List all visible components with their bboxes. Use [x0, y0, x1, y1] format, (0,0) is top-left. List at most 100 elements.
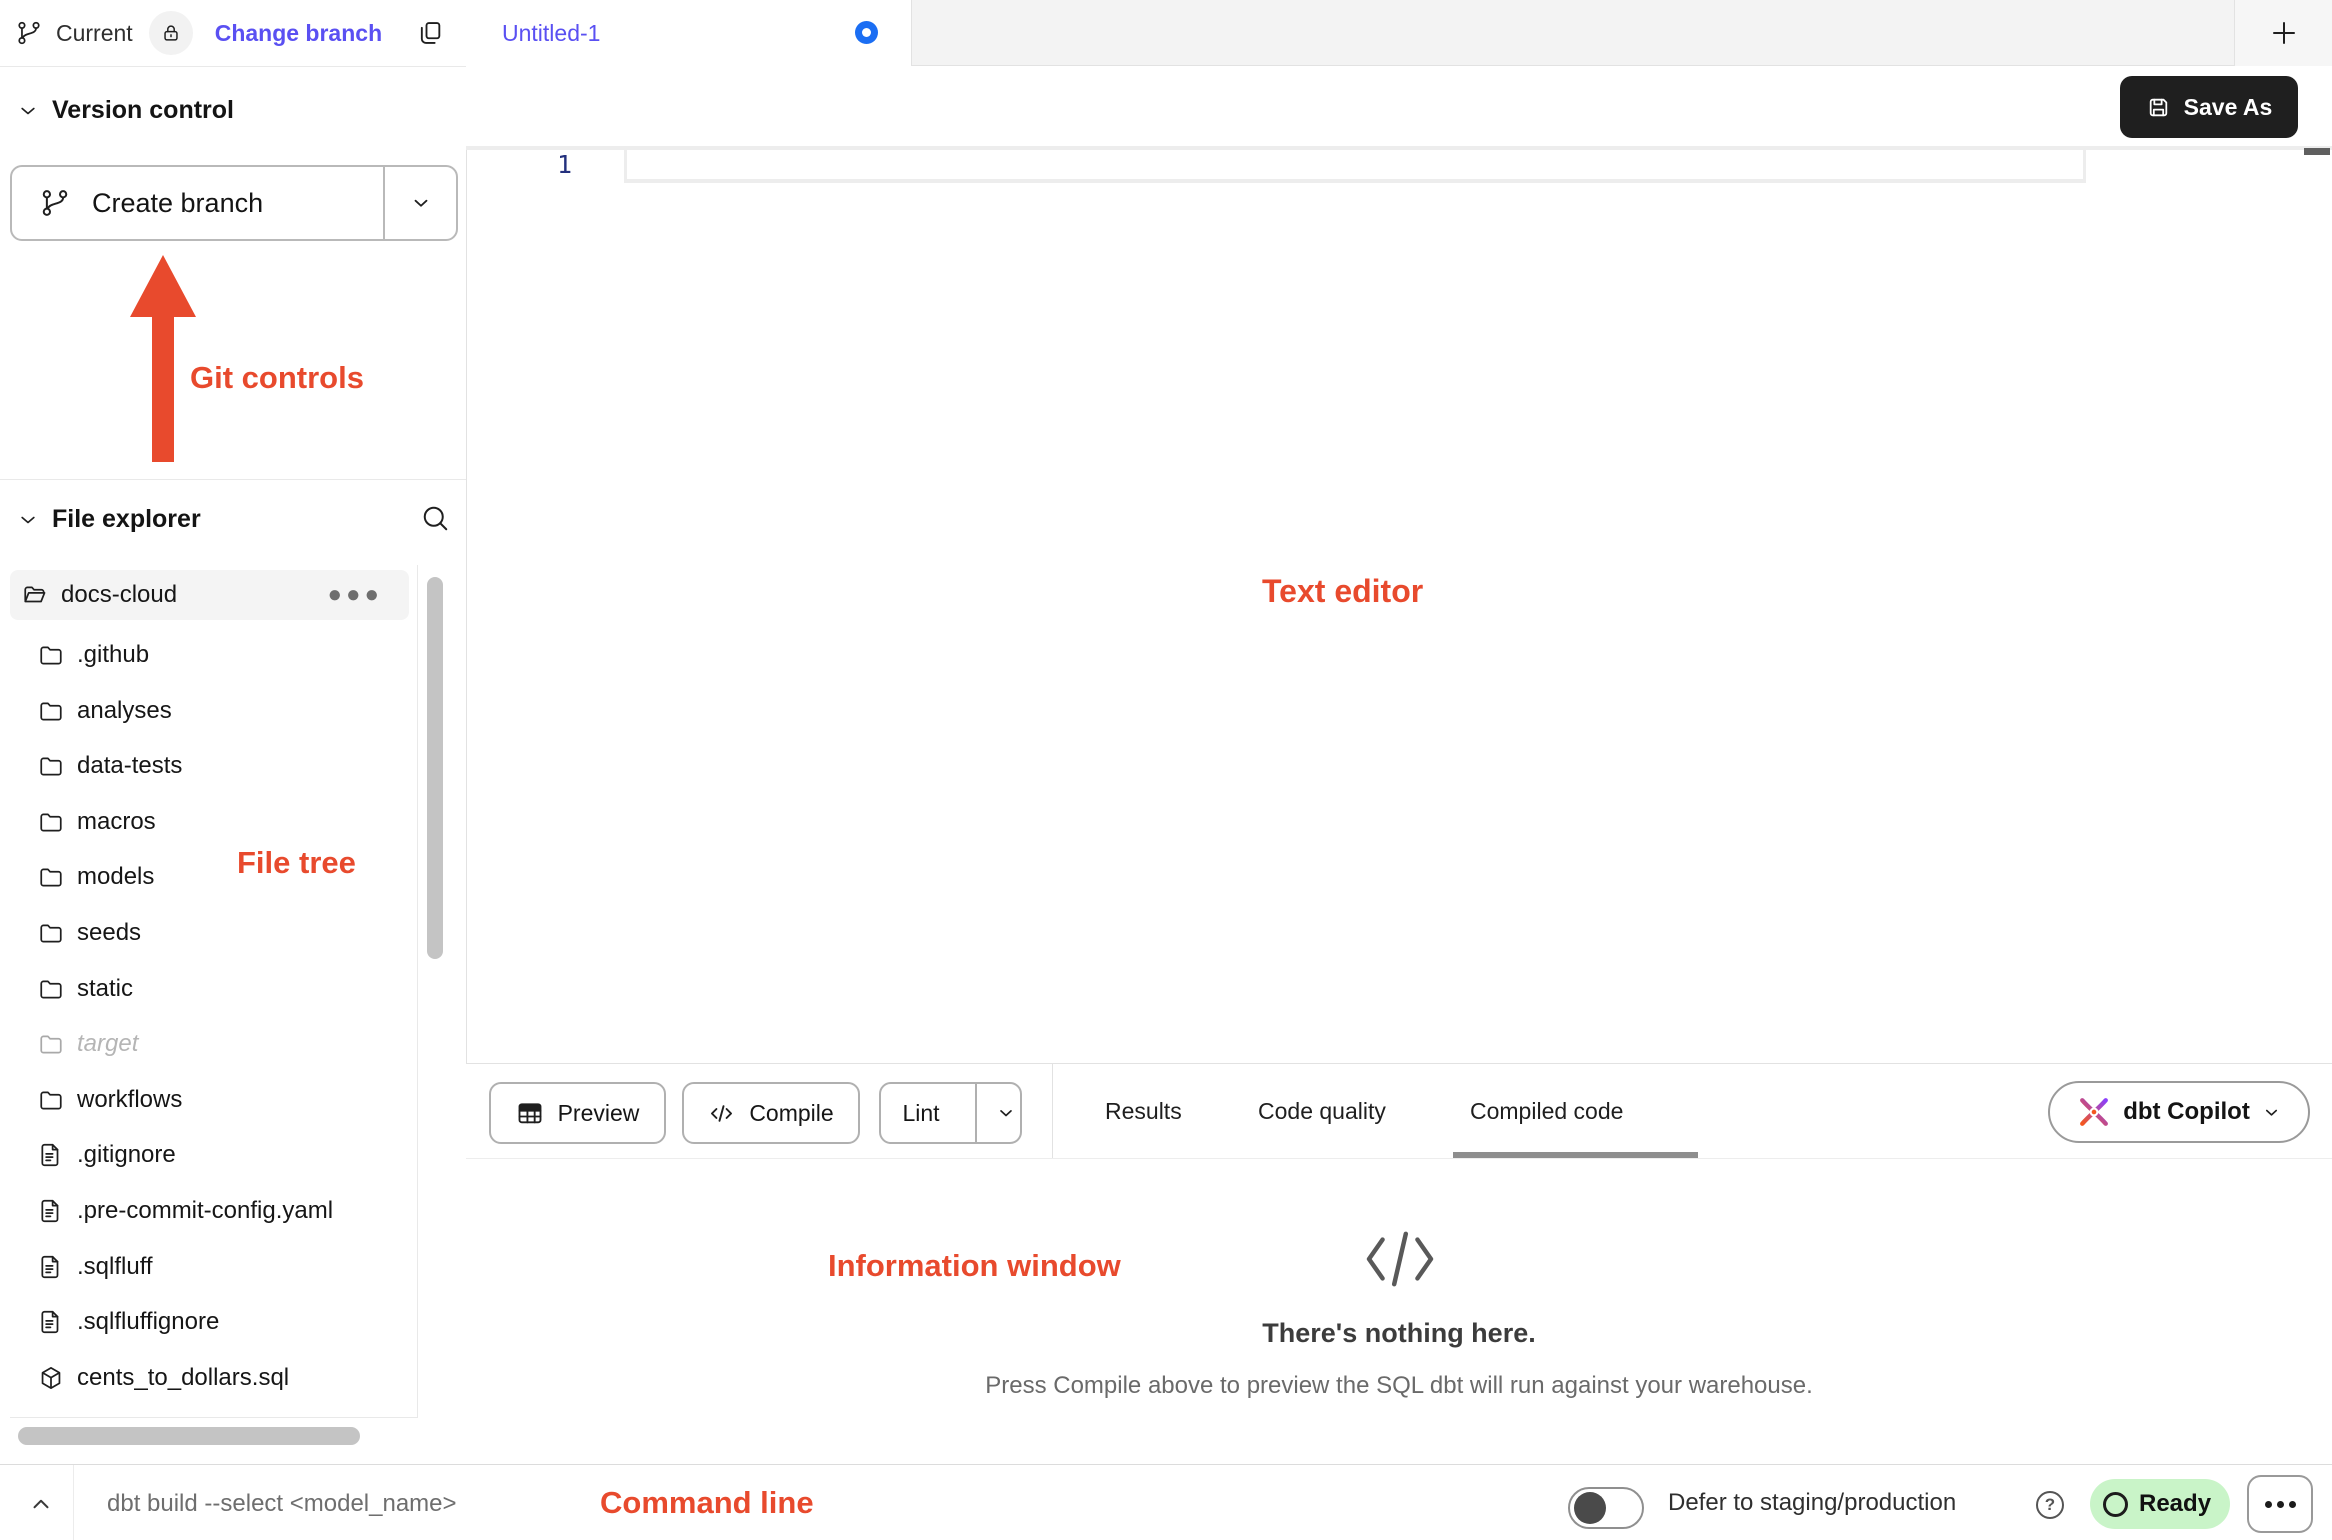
file-explorer-title: File explorer	[52, 505, 201, 534]
more-options-button[interactable]	[2247, 1475, 2313, 1533]
annotation-git-controls: Git controls	[190, 360, 364, 396]
dbt-copilot-button[interactable]: dbt Copilot	[2048, 1081, 2310, 1143]
copy-icon[interactable]	[416, 19, 444, 47]
code-icon	[708, 1100, 735, 1127]
editor-current-line[interactable]	[624, 146, 2086, 183]
file-tree-item[interactable]: static	[10, 964, 409, 1014]
search-icon[interactable]	[420, 503, 450, 533]
status-label: Ready	[2139, 1490, 2211, 1518]
file-icon	[38, 1142, 64, 1168]
folder-icon	[38, 1087, 64, 1113]
file-tree-item[interactable]: data-tests	[10, 741, 409, 791]
file-name: docs-cloud	[61, 581, 177, 609]
chevron-down-icon	[18, 101, 38, 121]
file-tree-item[interactable]: .github	[10, 630, 409, 680]
chevron-up-icon[interactable]	[28, 1491, 54, 1517]
file-tree-item[interactable]: workflows	[10, 1075, 409, 1125]
tab-code-quality[interactable]: Code quality	[1258, 1064, 1386, 1158]
more-menu-icon[interactable]: ●●●	[328, 590, 384, 600]
editor-scrollbar-thumb[interactable]	[2304, 148, 2330, 155]
file-tree-item[interactable]: .sqlfluff	[10, 1242, 409, 1292]
current-branch-label: Current	[56, 20, 133, 47]
preview-label: Preview	[558, 1100, 640, 1127]
lint-button-group: Lint	[879, 1082, 1022, 1144]
file-name: .pre-commit-config.yaml	[77, 1197, 333, 1225]
tab-label: Untitled-1	[502, 20, 600, 47]
file-tree-root[interactable]: docs-cloud ●●●	[10, 570, 409, 620]
file-name: static	[77, 975, 133, 1003]
annotation-command-line: Command line	[600, 1485, 814, 1521]
compile-button[interactable]: Compile	[682, 1082, 860, 1144]
button-divider	[975, 1084, 977, 1142]
file-tree-item[interactable]: cents_to_dollars.sql	[10, 1353, 409, 1403]
annotation-information-window: Information window	[828, 1248, 1121, 1284]
compile-label: Compile	[749, 1100, 833, 1127]
folder-icon	[38, 864, 64, 890]
git-branch-icon	[40, 188, 70, 218]
save-icon	[2146, 95, 2171, 120]
folder-open-icon	[22, 582, 48, 608]
dbt-copilot-icon	[2077, 1095, 2111, 1129]
plus-icon	[2269, 18, 2299, 48]
file-tree-item[interactable]: .sqlfluffignore	[10, 1297, 409, 1347]
file-tree-horizontal-scrollbar[interactable]	[18, 1427, 360, 1445]
file-icon	[38, 1198, 64, 1224]
table-icon	[516, 1099, 544, 1127]
tab-results[interactable]: Results	[1105, 1064, 1182, 1158]
toolbar-divider	[1052, 1064, 1053, 1158]
file-tree-item[interactable]: macros	[10, 797, 409, 847]
save-as-button[interactable]: Save As	[2120, 76, 2298, 138]
bottom-panel-toolbar: Preview Compile Lint Results Code qualit…	[466, 1063, 2332, 1159]
file-tree-vertical-scrollbar[interactable]	[427, 577, 443, 959]
file-tree-item[interactable]: analyses	[10, 686, 409, 736]
defer-toggle[interactable]	[1568, 1487, 1644, 1529]
file-name: .sqlfluffignore	[77, 1308, 219, 1336]
file-name: cents_to_dollars.sql	[77, 1364, 289, 1392]
change-branch-link[interactable]: Change branch	[215, 20, 382, 47]
code-icon	[1363, 1228, 1437, 1290]
file-tree-item[interactable]: seeds	[10, 908, 409, 958]
file-tree-item[interactable]: target	[10, 1019, 409, 1069]
save-as-label: Save As	[2184, 94, 2273, 121]
file-name: analyses	[77, 697, 172, 725]
file-explorer-section-header[interactable]: File explorer	[18, 505, 201, 534]
folder-icon	[38, 698, 64, 724]
create-branch-dropdown[interactable]	[385, 167, 456, 239]
version-control-section-header[interactable]: Version control	[18, 96, 234, 125]
file-tree-item[interactable]: .pre-commit-config.yaml	[10, 1186, 409, 1236]
editor-tab-strip: Untitled-1	[466, 0, 2332, 66]
unsaved-changes-dot	[855, 21, 878, 44]
empty-state-title: There's nothing here.	[466, 1318, 2332, 1349]
active-tab-underline	[1453, 1152, 1698, 1158]
toggle-knob	[1574, 1492, 1606, 1524]
help-icon[interactable]: ?	[2036, 1491, 2064, 1519]
line-number: 1	[540, 150, 572, 180]
dbt-copilot-label: dbt Copilot	[2123, 1098, 2250, 1126]
folder-icon	[38, 753, 64, 779]
chevron-down-icon	[18, 510, 38, 530]
tab-untitled-1[interactable]: Untitled-1	[466, 0, 912, 66]
lint-button[interactable]: Lint	[881, 1084, 961, 1142]
create-branch-button[interactable]: Create branch	[10, 165, 458, 241]
file-tree: docs-cloud ●●● .github analyses data-tests…	[10, 565, 418, 1418]
new-tab-button[interactable]	[2234, 0, 2332, 66]
lint-label: Lint	[902, 1100, 939, 1127]
file-name: data-tests	[77, 752, 182, 780]
status-circle-icon	[2103, 1492, 2128, 1517]
file-name: macros	[77, 808, 156, 836]
folder-icon	[38, 1031, 64, 1057]
file-name: workflows	[77, 1086, 182, 1114]
preview-button[interactable]: Preview	[489, 1082, 666, 1144]
editor-toolbar: Save As	[466, 66, 2332, 146]
branch-lock-chip	[149, 11, 193, 55]
folder-icon	[38, 809, 64, 835]
file-tree-item[interactable]: .gitignore	[10, 1130, 409, 1180]
file-icon	[38, 1254, 64, 1280]
lint-dropdown[interactable]	[991, 1084, 1020, 1142]
tab-compiled-code[interactable]: Compiled code	[1470, 1064, 1623, 1158]
create-branch-label: Create branch	[92, 188, 263, 219]
chevron-down-icon	[2262, 1103, 2281, 1122]
folder-icon	[38, 642, 64, 668]
folder-icon	[38, 920, 64, 946]
file-name: .gitignore	[77, 1141, 176, 1169]
